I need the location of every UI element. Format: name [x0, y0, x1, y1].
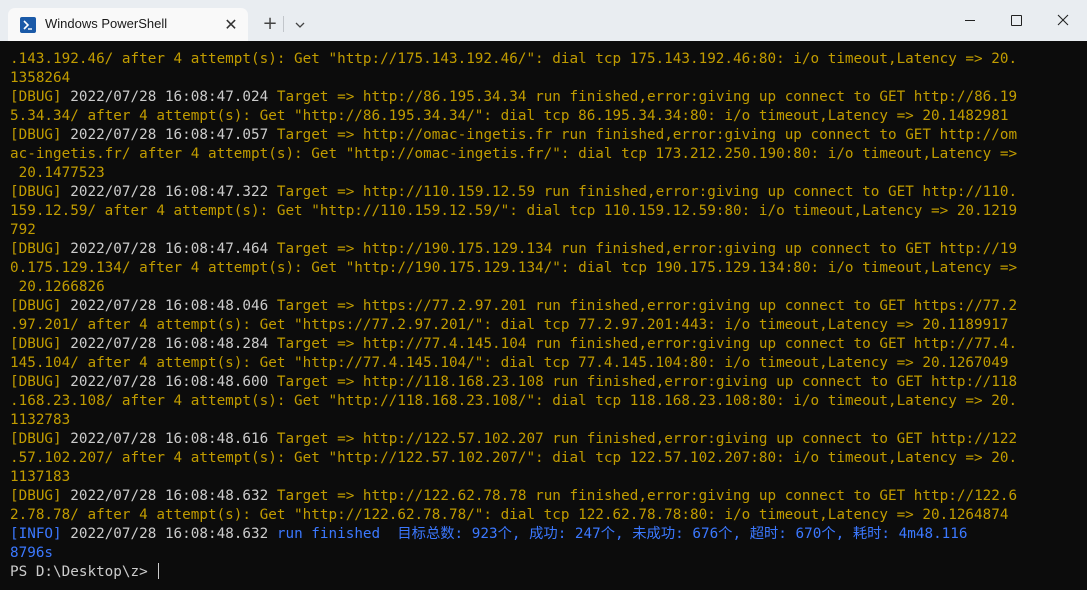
title-bar: Windows PowerShell ✕ + [0, 0, 1087, 42]
maximize-icon [1011, 15, 1022, 26]
terminal-text: 159.12.59/ after 4 attempt(s): Get "http… [10, 203, 1018, 219]
log-line: .168.23.108/ after 4 attempt(s): Get "ht… [10, 392, 1070, 411]
tab-title: Windows PowerShell [45, 16, 168, 31]
chevron-down-icon[interactable] [290, 16, 310, 34]
terminal-text: [DBUG] [10, 127, 71, 143]
log-line: 145.104/ after 4 attempt(s): Get "http:/… [10, 354, 1070, 373]
log-line: 1358264 [10, 69, 1070, 88]
log-line: 1137183 [10, 468, 1070, 487]
close-icon [1057, 14, 1069, 26]
terminal-text: 目标总数: 923个, 成功: 247个, 未成功: 676个, 超时: 670… [397, 526, 968, 542]
terminal-text: [DBUG] [10, 488, 71, 504]
terminal-text: Target => http://122.57.102.207 run fini… [276, 431, 1018, 447]
terminal-text: .57.102.207/ after 4 attempt(s): Get "ht… [10, 450, 1018, 466]
log-line: .57.102.207/ after 4 attempt(s): Get "ht… [10, 449, 1070, 468]
terminal-text: [DBUG] [10, 89, 71, 105]
terminal-lines: .143.192.46/ after 4 attempt(s): Get "ht… [10, 50, 1070, 582]
powershell-icon [20, 17, 36, 33]
close-icon[interactable]: ✕ [222, 16, 240, 34]
terminal-text: Target => http://122.62.78.78 run finish… [276, 488, 1018, 504]
terminal-text: .143.192.46/ after 4 attempt(s): Get "ht… [10, 51, 1018, 67]
terminal-text: Target => http://omac-ingetis.fr run fin… [276, 127, 1018, 143]
terminal-text: 2022/07/28 16:08:47.057 [70, 127, 277, 143]
minimize-icon [965, 20, 975, 21]
terminal-text: 2022/07/28 16:08:48.046 [70, 298, 277, 314]
log-line: 5.34.34/ after 4 attempt(s): Get "http:/… [10, 107, 1070, 126]
terminal-text: 8796s [10, 545, 54, 561]
log-line: [DBUG] 2022/07/28 16:08:48.632 Target =>… [10, 487, 1070, 506]
terminal-text: ac-ingetis.fr/ after 4 attempt(s): Get "… [10, 146, 1018, 162]
log-line: [DBUG] 2022/07/28 16:08:48.600 Target =>… [10, 373, 1070, 392]
terminal-text: Target => http://77.4.145.104 run finish… [276, 336, 1018, 352]
terminal-text: 792 [10, 222, 36, 238]
terminal-text: run finished [276, 526, 398, 542]
terminal-text: [DBUG] [10, 184, 71, 200]
log-line: ac-ingetis.fr/ after 4 attempt(s): Get "… [10, 145, 1070, 164]
terminal-text: 1132783 [10, 412, 71, 428]
log-line: .97.201/ after 4 attempt(s): Get "https:… [10, 316, 1070, 335]
terminal-text: 20.1477523 [10, 165, 105, 181]
terminal-text: 20.1266826 [10, 279, 105, 295]
terminal-text: 145.104/ after 4 attempt(s): Get "http:/… [10, 355, 1009, 371]
plus-icon[interactable]: + [260, 14, 280, 34]
log-line: 0.175.129.134/ after 4 attempt(s): Get "… [10, 259, 1070, 278]
maximize-button[interactable] [994, 8, 1040, 34]
terminal-text: 2022/07/28 16:08:47.464 [70, 241, 277, 257]
log-line: 159.12.59/ after 4 attempt(s): Get "http… [10, 202, 1070, 221]
terminal-text: Target => http://110.159.12.59 run finis… [276, 184, 1018, 200]
terminal-text: [DBUG] [10, 374, 71, 390]
log-line: [DBUG] 2022/07/28 16:08:47.024 Target =>… [10, 88, 1070, 107]
terminal-text: 2022/07/28 16:08:48.632 [70, 488, 277, 504]
terminal-text: 2022/07/28 16:08:48.632 [70, 526, 277, 542]
terminal-output[interactable]: .143.192.46/ after 4 attempt(s): Get "ht… [0, 41, 1087, 590]
log-line: 2.78.78/ after 4 attempt(s): Get "http:/… [10, 506, 1070, 525]
log-line: .143.192.46/ after 4 attempt(s): Get "ht… [10, 50, 1070, 69]
terminal-text: 1137183 [10, 469, 71, 485]
terminal-text: 5.34.34/ after 4 attempt(s): Get "http:/… [10, 108, 1009, 124]
powershell-window: Windows PowerShell ✕ + .143.192.46/ afte… [0, 0, 1087, 590]
log-line: [DBUG] 2022/07/28 16:08:47.322 Target =>… [10, 183, 1070, 202]
terminal-text: 2022/07/28 16:08:47.322 [70, 184, 277, 200]
terminal-text: 2022/07/28 16:08:48.284 [70, 336, 277, 352]
log-line: [DBUG] 2022/07/28 16:08:48.046 Target =>… [10, 297, 1070, 316]
log-line: [DBUG] 2022/07/28 16:08:48.616 Target =>… [10, 430, 1070, 449]
prompt-line[interactable]: PS D:\Desktop\z> [10, 563, 1070, 582]
terminal-text: 2022/07/28 16:08:48.600 [70, 374, 277, 390]
minimize-button[interactable] [948, 8, 994, 34]
terminal-text: .97.201/ after 4 attempt(s): Get "https:… [10, 317, 1009, 333]
terminal-text: [DBUG] [10, 431, 71, 447]
tab-windows-powershell[interactable]: Windows PowerShell ✕ [8, 8, 248, 41]
text-cursor [158, 563, 160, 579]
log-line: 1132783 [10, 411, 1070, 430]
log-line: 792 [10, 221, 1070, 240]
terminal-text: 0.175.129.134/ after 4 attempt(s): Get "… [10, 260, 1018, 276]
terminal-text: Target => http://190.175.129.134 run fin… [276, 241, 1018, 257]
info-line: [INFO] 2022/07/28 16:08:48.632 run finis… [10, 525, 1070, 544]
tab-divider [283, 16, 284, 32]
terminal-text: [DBUG] [10, 241, 71, 257]
log-line: 20.1266826 [10, 278, 1070, 297]
close-window-button[interactable] [1040, 8, 1086, 34]
terminal-text: .168.23.108/ after 4 attempt(s): Get "ht… [10, 393, 1018, 409]
terminal-text: 2022/07/28 16:08:47.024 [70, 89, 277, 105]
log-line: [DBUG] 2022/07/28 16:08:47.057 Target =>… [10, 126, 1070, 145]
terminal-text: Target => http://86.195.34.34 run finish… [276, 89, 1018, 105]
log-line: [DBUG] 2022/07/28 16:08:47.464 Target =>… [10, 240, 1070, 259]
info-line: 8796s [10, 544, 1070, 563]
prompt-text: PS D:\Desktop\z> [10, 564, 157, 580]
terminal-text: [DBUG] [10, 336, 71, 352]
log-line: 20.1477523 [10, 164, 1070, 183]
terminal-text: [DBUG] [10, 298, 71, 314]
log-line: [DBUG] 2022/07/28 16:08:48.284 Target =>… [10, 335, 1070, 354]
terminal-text: 1358264 [10, 70, 71, 86]
terminal-text: [INFO] [10, 526, 71, 542]
terminal-text: 2.78.78/ after 4 attempt(s): Get "http:/… [10, 507, 1009, 523]
terminal-text: 2022/07/28 16:08:48.616 [70, 431, 277, 447]
terminal-text: Target => http://118.168.23.108 run fini… [276, 374, 1018, 390]
terminal-text: Target => https://77.2.97.201 run finish… [276, 298, 1018, 314]
